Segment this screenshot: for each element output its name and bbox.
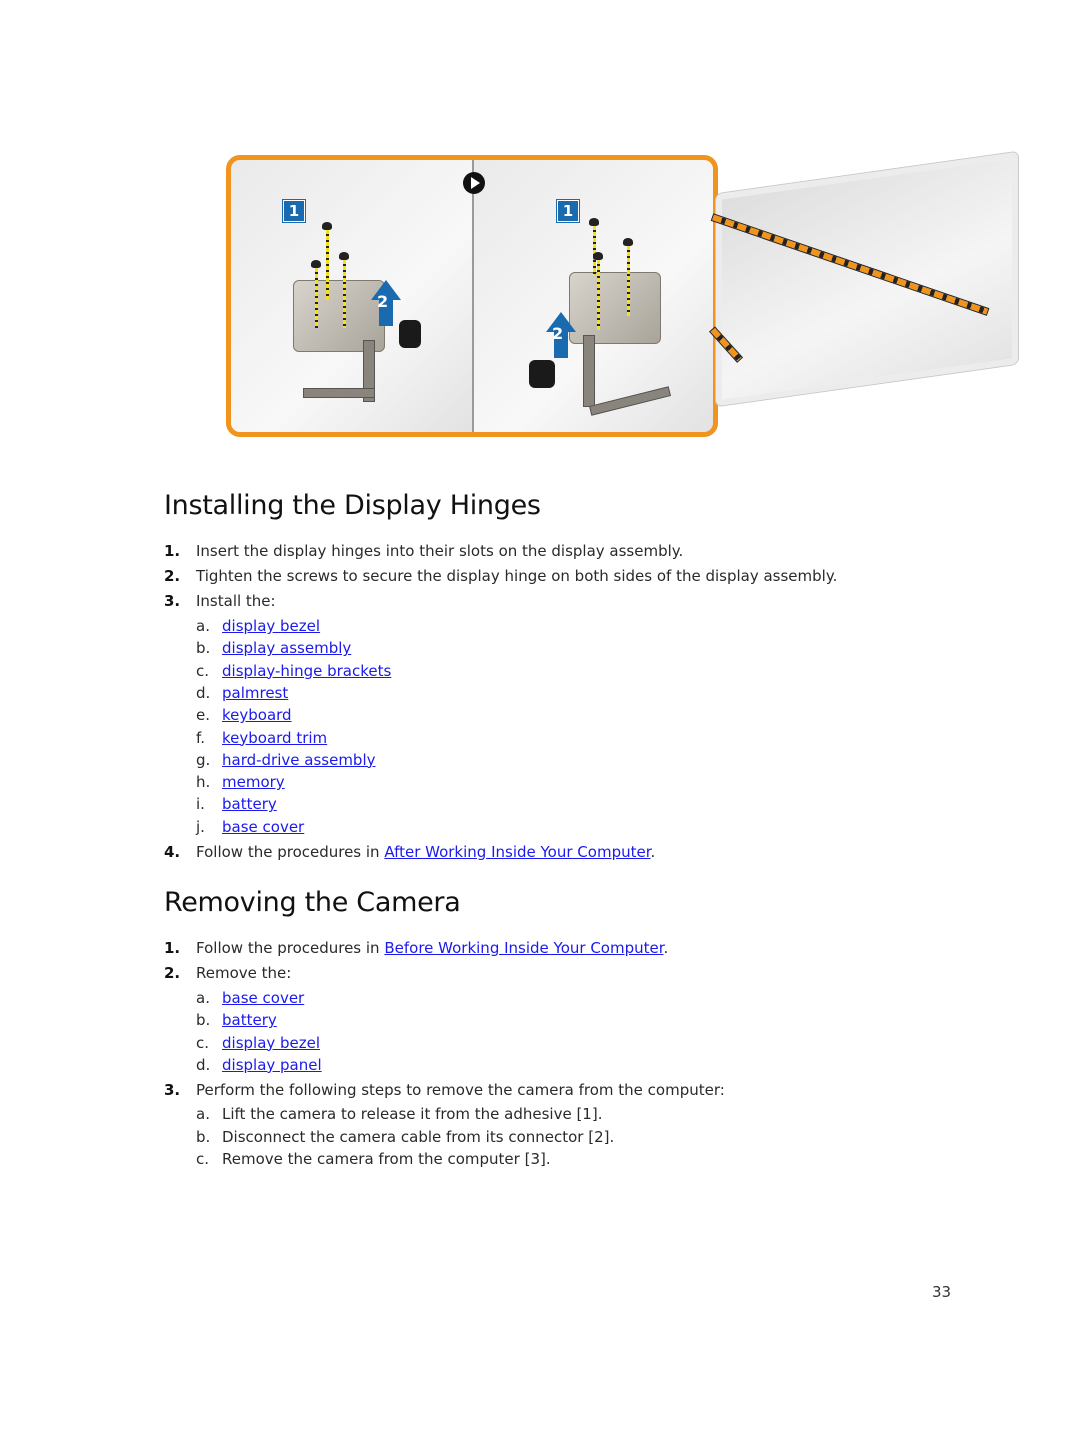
panel-divider: [472, 160, 474, 432]
screw-guide: [627, 246, 630, 316]
step-text: Install the:: [196, 592, 276, 610]
illustration-frame: 1 2 1 2: [226, 155, 718, 437]
screw-icon: [593, 252, 603, 260]
callout-1-icon: 1: [283, 200, 305, 222]
list-letter: i.: [196, 795, 205, 814]
callout-2-arrow-icon: 2: [546, 312, 576, 362]
list-link[interactable]: display assembly: [222, 639, 351, 657]
list-link[interactable]: hard-drive assembly: [222, 751, 376, 769]
list-link[interactable]: palmrest: [222, 684, 288, 702]
step-number: 3.: [164, 592, 181, 610]
display-assembly-image: [716, 151, 1018, 407]
hinge-knob-left: [399, 320, 421, 348]
screw-guide: [593, 226, 596, 276]
step-text-prefix: Follow the procedures in: [196, 939, 385, 957]
step-number: 2.: [164, 567, 181, 585]
step-text: Insert the display hinges into their slo…: [196, 542, 684, 560]
screw-icon: [311, 260, 321, 268]
step-text-suffix: .: [663, 939, 669, 957]
section-title-removing-camera: Removing the Camera: [164, 887, 461, 918]
screw-guide: [326, 230, 329, 300]
list-letter: g.: [196, 750, 211, 769]
step-number: 1.: [164, 542, 181, 560]
step-text-prefix: Follow the procedures in: [196, 843, 385, 861]
list-letter: j.: [196, 817, 205, 836]
list-link[interactable]: display panel: [222, 1056, 322, 1074]
list-link[interactable]: display bezel: [222, 617, 320, 635]
screw-icon: [589, 218, 599, 226]
step-number: 1.: [164, 939, 181, 957]
list-link[interactable]: keyboard trim: [222, 729, 327, 747]
substep-letter: b.: [196, 1127, 211, 1146]
callout-2-arrow-icon: 2: [371, 280, 401, 330]
list-letter: d.: [196, 1055, 211, 1074]
screw-icon: [623, 238, 633, 246]
step-text: Remove the:: [196, 964, 292, 982]
substep-text: Lift the camera to release it from the a…: [222, 1105, 603, 1123]
list-letter: h.: [196, 773, 211, 792]
hinge-removal-illustration: 1 2 1 2: [226, 151, 1018, 437]
list-letter: a.: [196, 989, 210, 1007]
page-number: 33: [932, 1283, 952, 1301]
list-letter: c.: [196, 661, 210, 680]
list-link[interactable]: display-hinge brackets: [222, 662, 391, 680]
link-before-working-inside[interactable]: Before Working Inside Your Computer: [384, 939, 663, 957]
substep-letter: c.: [196, 1150, 210, 1168]
list-link[interactable]: memory: [222, 773, 285, 791]
list-letter: b.: [196, 1011, 211, 1030]
step-text: Follow the procedures in Before Working …: [196, 939, 668, 957]
list-link[interactable]: battery: [222, 795, 277, 813]
list-letter: c.: [196, 1033, 210, 1052]
hinge-arm-left-foot: [303, 388, 375, 398]
substep-text: Disconnect the camera cable from its con…: [222, 1127, 615, 1146]
link-after-working-inside[interactable]: After Working Inside Your Computer: [384, 843, 650, 861]
step-text-suffix: .: [650, 843, 656, 861]
step-number: 3.: [164, 1081, 181, 1099]
play-icon: [463, 172, 485, 194]
list-letter: f.: [196, 728, 205, 747]
hinge-knob-right: [529, 360, 555, 388]
list-link[interactable]: battery: [222, 1011, 277, 1029]
substep-text: Remove the camera from the computer [3].: [222, 1150, 551, 1168]
list-link[interactable]: keyboard: [222, 706, 292, 724]
list-letter: d.: [196, 683, 211, 702]
step-number: 4.: [164, 843, 181, 861]
screw-icon: [322, 222, 332, 230]
step-number: 2.: [164, 964, 181, 982]
section-title-installing-hinges: Installing the Display Hinges: [164, 490, 541, 521]
screw-guide: [597, 260, 600, 330]
hinge-arm-right: [583, 335, 595, 407]
hinge-bracket-right: [569, 272, 661, 344]
list-link[interactable]: base cover: [222, 818, 304, 836]
list-link[interactable]: display bezel: [222, 1034, 320, 1052]
step-text: Follow the procedures in After Working I…: [196, 843, 655, 861]
screw-guide: [343, 260, 346, 328]
callout-1-icon: 1: [557, 200, 579, 222]
screw-icon: [339, 252, 349, 260]
list-link[interactable]: base cover: [222, 989, 304, 1007]
list-letter: a.: [196, 617, 210, 635]
list-letter: e.: [196, 706, 210, 725]
screw-guide: [315, 268, 318, 328]
step-text: Perform the following steps to remove th…: [196, 1081, 725, 1099]
step-text: Tighten the screws to secure the display…: [196, 567, 838, 585]
substep-letter: a.: [196, 1105, 210, 1123]
list-letter: b.: [196, 639, 211, 658]
